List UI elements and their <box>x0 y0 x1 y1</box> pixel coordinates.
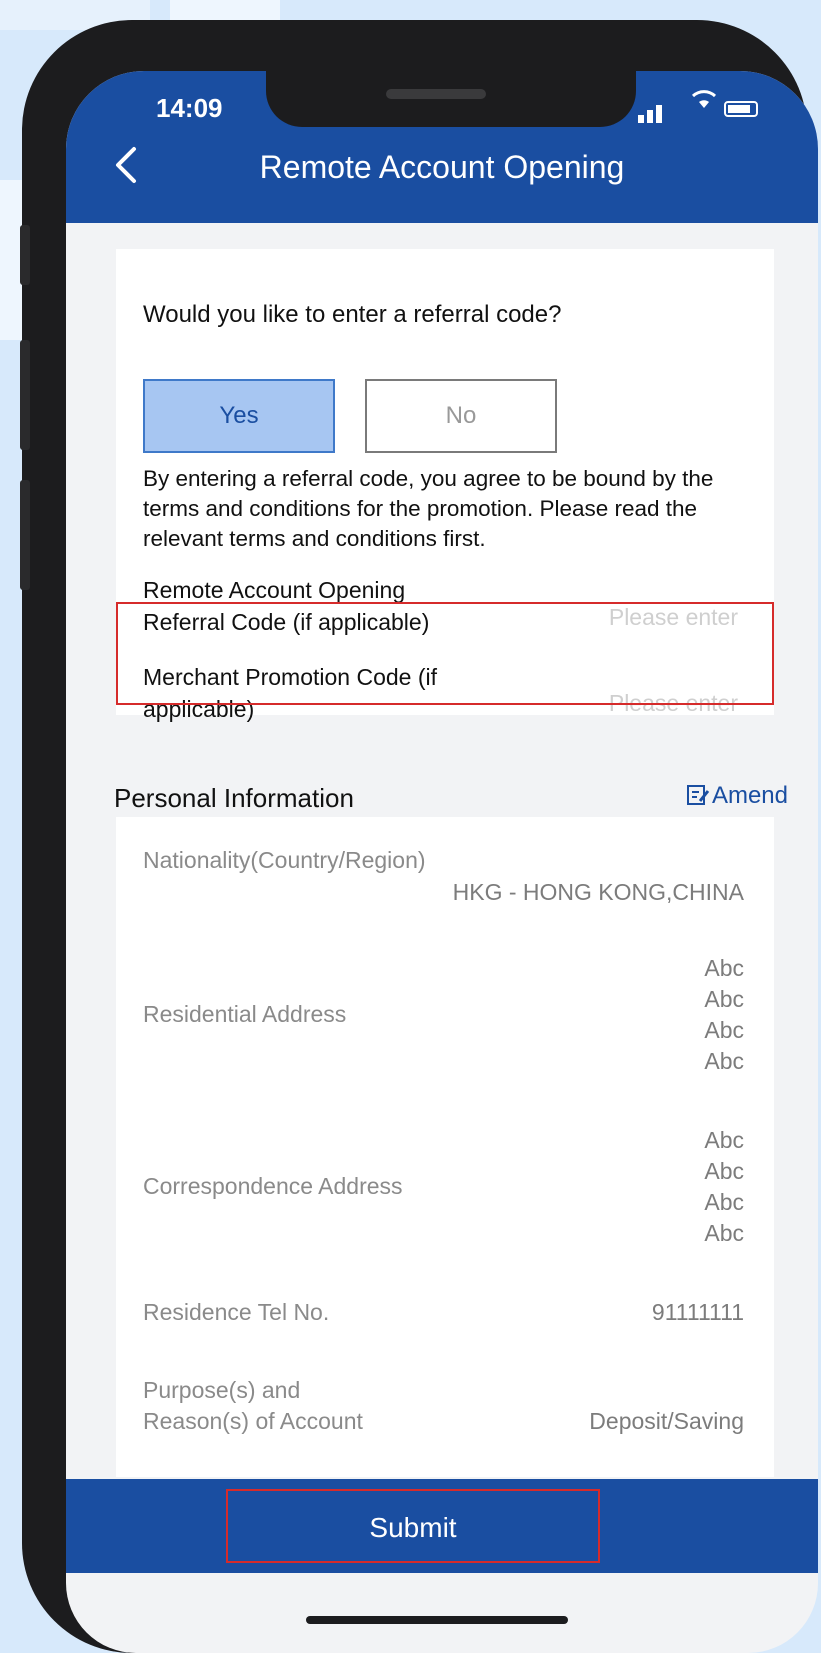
phone-frame: 14:09 Remote Account Opening Would you l… <box>20 20 818 1653</box>
edit-icon <box>686 783 710 814</box>
status-time: 14:09 <box>156 93 223 123</box>
phone-speaker <box>386 89 486 99</box>
correspondence-address-value: Abc Abc Abc Abc <box>704 1125 744 1249</box>
phone-side-button <box>20 225 30 285</box>
address-line: Abc <box>704 955 744 981</box>
phone-volume-up-button <box>20 340 30 450</box>
phone-notch <box>266 71 636 127</box>
address-line: Abc <box>704 1189 744 1215</box>
signal-icon <box>656 105 662 123</box>
signal-icon <box>647 110 653 123</box>
footer-bar: Submit <box>66 1479 818 1573</box>
address-line: Abc <box>704 1220 744 1246</box>
terms-text: By entering a referral code, you agree t… <box>143 466 714 551</box>
referral-field-highlight <box>116 602 774 705</box>
status-icons <box>638 90 758 123</box>
residence-tel-value: 91111111 <box>651 1299 744 1325</box>
page-title: Remote Account Opening <box>259 149 625 185</box>
phone-volume-down-button <box>20 480 30 590</box>
battery-icon <box>724 101 758 117</box>
referral-question: Would you like to enter a referral code? <box>143 301 562 328</box>
address-line: Abc <box>704 1048 744 1074</box>
no-button[interactable]: No <box>365 379 557 453</box>
personal-info-card: Nationality(Country/Region) HKG - HONG K… <box>116 817 774 1477</box>
address-line: Abc <box>704 1127 744 1153</box>
submit-button[interactable]: Submit <box>226 1489 600 1563</box>
label-line: Reason(s) of Account <box>143 1408 363 1434</box>
purpose-label: Purpose(s) and Reason(s) of Account <box>143 1375 363 1437</box>
personal-info-title: Personal Information <box>114 783 354 813</box>
address-line: Abc <box>704 986 744 1012</box>
label-line: Purpose(s) and <box>143 1377 301 1403</box>
amend-label: Amend <box>711 782 788 809</box>
amend-button[interactable]: Amend <box>686 782 788 814</box>
yes-button[interactable]: Yes <box>143 379 335 453</box>
home-indicator <box>306 1616 568 1624</box>
address-line: Abc <box>704 1017 744 1043</box>
residential-address-value: Abc Abc Abc Abc <box>704 953 744 1077</box>
purpose-value: Deposit/Saving <box>589 1408 744 1434</box>
address-line: Abc <box>704 1158 744 1184</box>
correspondence-address-label: Correspondence Address <box>143 1173 403 1199</box>
residence-tel-label: Residence Tel No. <box>143 1299 330 1325</box>
nationality-value: HKG - HONG KONG,CHINA <box>452 879 744 905</box>
signal-icon <box>638 115 644 123</box>
nationality-label: Nationality(Country/Region) <box>143 847 426 873</box>
residential-address-label: Residential Address <box>143 1001 347 1027</box>
wifi-icon <box>690 87 718 115</box>
phone-screen: 14:09 Remote Account Opening Would you l… <box>66 71 818 1653</box>
